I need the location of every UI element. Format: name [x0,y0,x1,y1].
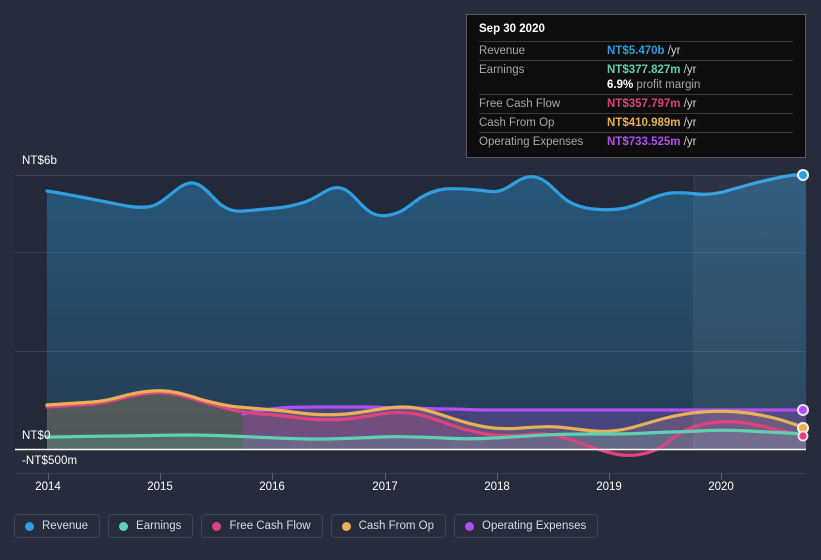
tooltip-label-free-cash-flow: Free Cash Flow [479,98,561,110]
tooltip-label-revenue: Revenue [479,45,526,57]
legend-item-earnings[interactable]: Earnings [108,514,194,538]
legend-item-cash-from-op[interactable]: Cash From Op [330,514,447,538]
chart-legend: Revenue Earnings Free Cash Flow Cash Fro… [14,514,599,538]
tooltip-number-cash-from-op: NT$410.989m [607,117,681,129]
tooltip-value-operating-expenses: NT$733.525m /yr [607,133,793,152]
tooltip-unit-free-cash-flow: /yr [683,98,697,110]
tooltip-row-revenue: Revenue NT$5.470b /yr [479,41,793,61]
tooltip-number-operating-expenses: NT$733.525m [607,136,681,148]
tooltip-row-operating-expenses: Operating Expenses NT$733.525m /yr [479,132,793,152]
tooltip-text-profit-margin: profit margin [636,79,701,91]
legend-item-revenue[interactable]: Revenue [14,514,101,538]
legend-label-earnings: Earnings [136,520,182,532]
x-axis-tick-2020: 2020 [708,481,734,493]
legend-dot-cash-from-op-icon [341,521,351,531]
x-axis-tick-2014: 2014 [35,481,61,493]
tooltip-unit-revenue: /yr [667,45,681,57]
tooltip-value-profit-margin: 6.9% profit margin [607,79,793,95]
tooltip-unit-earnings: /yr [683,64,697,76]
operating-expenses-endpoint-marker [797,404,809,416]
tooltip-label-profit-margin-spacer [479,79,607,95]
x-axis-tick-2015: 2015 [147,481,173,493]
legend-dot-operating-expenses-icon [465,521,475,531]
free-cash-flow-endpoint-marker [797,430,809,442]
legend-label-operating-expenses: Operating Expenses [482,520,587,532]
x-axis-tick-2019: 2019 [596,481,622,493]
tooltip-value-earnings: NT$377.827m /yr [607,61,793,80]
legend-label-revenue: Revenue [42,520,89,532]
tooltip-number-profit-margin: 6.9% [607,79,634,91]
revenue-endpoint-marker [797,169,809,181]
y-axis-label-zero: NT$0 [22,430,51,442]
legend-dot-free-cash-flow-icon [212,521,222,531]
legend-label-cash-from-op: Cash From Op [358,520,435,532]
legend-item-free-cash-flow[interactable]: Free Cash Flow [201,514,323,538]
tooltip-label-operating-expenses: Operating Expenses [479,136,584,148]
x-axis-tick-2017: 2017 [372,481,398,493]
chart-tooltip: Sep 30 2020 Revenue NT$5.470b /yr Earnin… [466,14,806,158]
tooltip-title: Sep 30 2020 [479,23,545,35]
tooltip-value-free-cash-flow: NT$357.797m /yr [607,95,793,114]
legend-dot-revenue-icon [25,521,34,531]
tooltip-row-profit-margin: 6.9% profit margin [479,79,793,95]
tooltip-label-earnings: Earnings [479,64,525,76]
legend-label-free-cash-flow: Free Cash Flow [229,520,311,532]
x-axis-ticks [48,473,722,480]
tooltip-number-revenue: NT$5.470b [607,45,665,57]
tooltip-number-earnings: NT$377.827m [607,64,681,76]
tooltip-row-free-cash-flow: Free Cash Flow NT$357.797m /yr [479,94,793,114]
x-axis-tick-2016: 2016 [259,481,285,493]
tooltip-label-cash-from-op: Cash From Op [479,117,555,129]
tooltip-row-earnings: Earnings NT$377.827m /yr [479,60,793,80]
tooltip-unit-cash-from-op: /yr [683,117,697,129]
highlight-band [693,175,806,449]
tooltip-row-cash-from-op: Cash From Op NT$410.989m /yr [479,113,793,133]
legend-item-operating-expenses[interactable]: Operating Expenses [454,514,599,538]
y-axis-label-max: NT$6b [22,155,58,167]
legend-dot-earnings-icon [119,521,129,531]
y-axis-label-min: -NT$500m [22,455,78,467]
x-axis-tick-2018: 2018 [484,481,510,493]
tooltip-value-revenue: NT$5.470b /yr [607,42,793,61]
tooltip-value-cash-from-op: NT$410.989m /yr [607,114,793,133]
tooltip-number-free-cash-flow: NT$357.797m [607,98,681,110]
tooltip-unit-operating-expenses: /yr [683,136,697,148]
tooltip-table: Revenue NT$5.470b /yr Earnings NT$377.82… [479,41,793,151]
